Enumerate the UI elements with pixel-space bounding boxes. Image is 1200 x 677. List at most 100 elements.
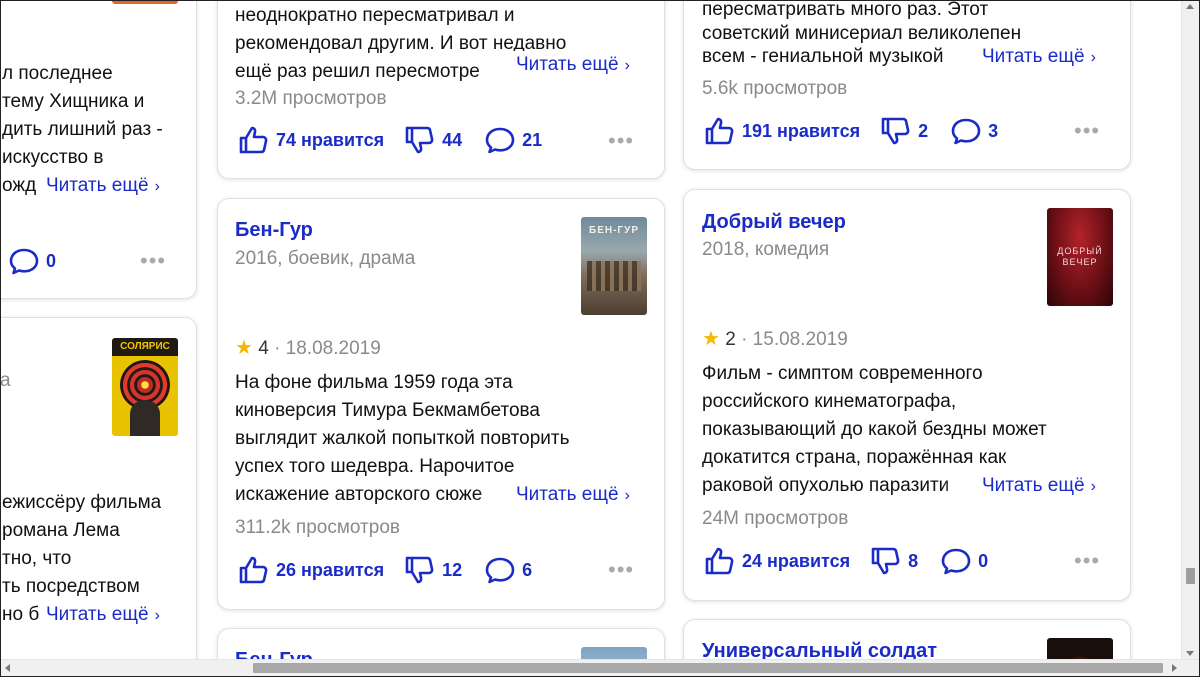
star-icon: ★ xyxy=(702,328,720,350)
review-text-line: российского кинематографа, xyxy=(702,391,957,412)
scroll-up-arrow[interactable] xyxy=(1186,4,1194,9)
review-date: · 15.08.2019 xyxy=(741,329,848,350)
comments-button[interactable]: 0 xyxy=(8,246,56,276)
review-text-line: тему Хищника и xyxy=(2,91,145,112)
review-rating: ★ 4 · 18.08.2019 xyxy=(235,335,381,360)
comment-icon xyxy=(485,127,515,154)
review-text-line: показывающий до какой бездны может xyxy=(702,419,1047,440)
action-bar: 191 нравится 2 3 xyxy=(704,116,998,146)
dislike-button[interactable]: 12 xyxy=(404,555,462,585)
comment-icon xyxy=(951,118,981,145)
review-card: а СОЛЯРИС ежиссёру фильма романа Лема тн… xyxy=(0,317,197,667)
more-options-button[interactable]: ••• xyxy=(1074,120,1100,142)
comments-button[interactable]: 0 xyxy=(940,546,988,576)
action-bar: 24 нравится 8 0 xyxy=(704,546,988,576)
review-text-line: Фильм - симптом современного xyxy=(702,363,983,384)
read-more-link[interactable]: Читать ещё › xyxy=(40,172,160,201)
dislike-button[interactable]: 8 xyxy=(870,546,918,576)
scroll-thumb[interactable] xyxy=(253,663,1163,673)
action-bar: 26 нравится 12 6 xyxy=(238,555,532,585)
thumbs-down-icon xyxy=(881,117,910,145)
view-count: 311.2k просмотров xyxy=(235,517,400,538)
review-text-line: ть посредством xyxy=(2,576,140,597)
review-text-line: ожд xyxy=(2,175,37,196)
thumbs-up-icon xyxy=(239,126,268,154)
more-options-button[interactable]: ••• xyxy=(608,130,634,152)
chevron-right-icon: › xyxy=(1090,49,1096,66)
action-bar: 74 нравится 44 21 xyxy=(238,125,542,155)
review-text-line: л последнее xyxy=(2,63,113,84)
chevron-right-icon: › xyxy=(1090,478,1096,495)
like-button[interactable]: 191 нравится xyxy=(704,116,860,146)
movie-title-link[interactable]: Добрый вечер xyxy=(702,211,846,234)
review-text-line: ежиссёру фильма xyxy=(2,492,162,513)
movie-meta: 2016, боевик, драма xyxy=(235,248,416,269)
review-card: неоднократно пересматривал и рекомендова… xyxy=(217,1,665,179)
thumbs-up-icon xyxy=(705,117,734,145)
view-count: 3.2M просмотров xyxy=(235,88,387,109)
review-text-line: выглядит жалкой попыткой повторить xyxy=(235,428,570,449)
scroll-left-arrow[interactable] xyxy=(5,664,10,672)
review-text-line: романа Лема xyxy=(2,520,120,541)
review-text-line: но б xyxy=(2,604,40,625)
read-more-link[interactable]: Читать ещё › xyxy=(510,481,630,510)
like-button[interactable]: 26 нравится xyxy=(238,555,384,585)
review-card: пересматривать много раз. Этот советский… xyxy=(683,1,1131,170)
poster-title: БЕН-ГУР xyxy=(589,225,639,236)
chevron-right-icon: › xyxy=(624,57,630,74)
scroll-down-arrow[interactable] xyxy=(1186,651,1194,656)
read-more-link[interactable]: Читать ещё › xyxy=(40,601,160,630)
review-date: · 18.08.2019 xyxy=(274,338,381,359)
thumbs-down-icon xyxy=(405,556,434,584)
read-more-link[interactable]: Читать ещё › xyxy=(976,43,1096,72)
review-card: л последнее тему Хищника и дить лишний р… xyxy=(1,1,197,299)
view-count: 24M просмотров xyxy=(702,508,849,529)
view-count: 5.6k просмотров xyxy=(702,78,848,99)
poster-title: СОЛЯРИС xyxy=(112,338,178,356)
chevron-right-icon: › xyxy=(154,607,160,624)
poster-thumbnail[interactable] xyxy=(112,1,178,4)
review-text-line: На фоне фильма 1959 года эта xyxy=(235,372,513,393)
dislike-button[interactable]: 2 xyxy=(880,116,928,146)
like-button[interactable]: 74 нравится xyxy=(238,125,384,155)
more-options-button[interactable]: ••• xyxy=(608,559,634,581)
comment-icon xyxy=(485,557,515,584)
star-icon: ★ xyxy=(235,337,253,359)
scroll-right-arrow[interactable] xyxy=(1172,664,1177,672)
review-text-line: неоднократно пересматривал и xyxy=(235,5,515,26)
movie-title-link[interactable]: Бен-Гур xyxy=(235,219,313,242)
more-options-button[interactable]: ••• xyxy=(1074,550,1100,572)
horizontal-scrollbar[interactable] xyxy=(1,659,1199,676)
read-more-link[interactable]: Читать ещё › xyxy=(976,472,1096,501)
thumbs-down-icon xyxy=(405,126,434,154)
review-text-line: киноверсия Тимура Бекмамбетова xyxy=(235,400,540,421)
review-card: Добрый вечер 2018, комедия ДОБРЫЙ ВЕЧЕР … xyxy=(683,189,1131,601)
comment-icon xyxy=(9,248,39,275)
chevron-right-icon: › xyxy=(154,178,160,195)
review-rating: ★ 2 · 15.08.2019 xyxy=(702,326,848,351)
feed-viewport: л последнее тему Хищника и дить лишний р… xyxy=(0,0,1200,677)
comments-button[interactable]: 6 xyxy=(484,555,532,585)
like-button[interactable]: 24 нравится xyxy=(704,546,850,576)
review-text-line: тно, что xyxy=(2,548,72,569)
comment-icon xyxy=(941,548,971,575)
poster-thumbnail[interactable]: БЕН-ГУР xyxy=(581,217,647,315)
rating-value: 4 xyxy=(258,338,269,359)
comments-button[interactable]: 21 xyxy=(484,125,542,155)
thumbs-up-icon xyxy=(239,556,268,584)
review-card: Бен-Гур 2016, боевик, драма БЕН-ГУР ★ 4 … xyxy=(217,198,665,610)
rating-value: 2 xyxy=(725,329,736,350)
vertical-scrollbar[interactable] xyxy=(1181,1,1199,661)
read-more-link[interactable]: Читать ещё › xyxy=(510,51,630,80)
poster-thumbnail[interactable]: СОЛЯРИС xyxy=(112,338,178,436)
thumbs-up-icon xyxy=(705,547,734,575)
action-bar: 0 xyxy=(8,246,56,276)
movie-meta: 2018, комедия xyxy=(702,239,830,260)
more-options-button[interactable]: ••• xyxy=(140,250,166,272)
movie-meta: а xyxy=(0,370,11,391)
review-text-line: докатится страна, поражённая как xyxy=(702,447,1007,468)
dislike-button[interactable]: 44 xyxy=(404,125,462,155)
scroll-thumb[interactable] xyxy=(1186,568,1195,584)
comments-button[interactable]: 3 xyxy=(950,116,998,146)
poster-thumbnail[interactable]: ДОБРЫЙ ВЕЧЕР xyxy=(1047,208,1113,306)
